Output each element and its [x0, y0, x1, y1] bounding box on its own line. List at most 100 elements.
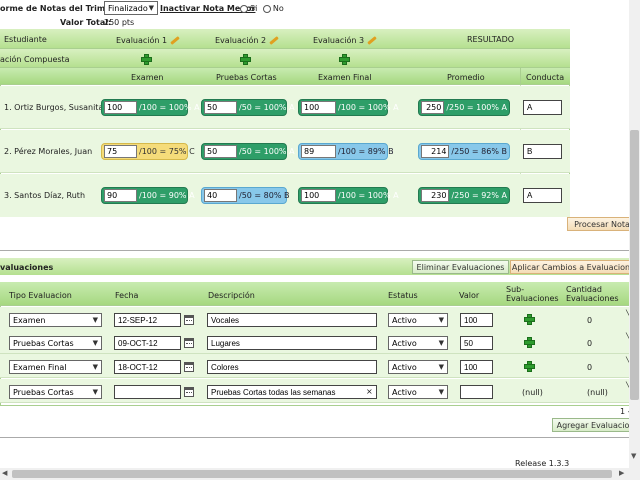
evaluation-type-select[interactable]: Pruebas Cortas ▼ [9, 336, 102, 350]
add-subevaluation-icon[interactable] [339, 54, 350, 65]
evaluation-count: 0 [587, 316, 593, 325]
scroll-right-icon[interactable]: ▶ [619, 469, 624, 477]
eval3-score-input[interactable] [301, 101, 336, 114]
eval1-score-input[interactable] [104, 101, 137, 114]
evaluation-count: 0 [587, 363, 593, 372]
evaluation-description-input[interactable] [207, 336, 377, 350]
evaluation-date-input[interactable] [114, 336, 181, 350]
scroll-down-icon[interactable]: ▼ [631, 452, 636, 460]
chevron-down-icon: ▼ [92, 363, 98, 371]
eval2-score-input[interactable] [204, 189, 237, 202]
eval3-grade-cell: /100 = 100% A [298, 187, 399, 204]
evaluation-value-input[interactable] [460, 360, 493, 374]
evaluation-date-input[interactable] [114, 313, 181, 327]
evaluation-type-value: Examen [13, 315, 46, 325]
horizontal-scrollbar-thumb[interactable] [12, 470, 612, 478]
evaluation-status-value: Activo [392, 362, 417, 372]
calendar-icon[interactable] [184, 362, 194, 372]
eval1-header-label: Evaluación 1 [116, 36, 168, 45]
pencil-icon[interactable] [269, 36, 279, 45]
count-column-header: Cantidad Evaluaciones [566, 285, 619, 303]
student-name: 2. Pérez Morales, Juan [4, 147, 93, 156]
add-subevaluation-icon[interactable] [240, 54, 251, 65]
eval3-result: /100 = 89% B [338, 147, 394, 156]
evaluations-title: valuaciones [0, 263, 54, 272]
evaluation-type-select[interactable]: Examen ▼ [9, 313, 102, 327]
eval2-score-input[interactable] [204, 145, 237, 158]
eval1-grade-cell: /100 = 75% C [101, 143, 195, 160]
evaluation-type-select[interactable]: Examen Final ▼ [9, 360, 102, 374]
exam-subheader: Examen [131, 73, 164, 82]
add-subevaluation-icon[interactable] [524, 314, 535, 325]
eval2-score-input[interactable] [204, 101, 237, 114]
chevron-down-icon: ▼ [438, 339, 444, 347]
evaluation-type-value: Pruebas Cortas [13, 338, 74, 348]
calendar-icon[interactable] [184, 338, 194, 348]
evaluation-value-input[interactable] [460, 336, 493, 350]
description-column-header: Descripción [208, 291, 255, 300]
subevaluations-value: (null) [522, 388, 543, 397]
evaluation-status-select[interactable]: Activo ▼ [388, 385, 448, 399]
evaluation-count: 0 [587, 339, 593, 348]
radio-no-label: No [272, 4, 284, 13]
evaluation-value-input[interactable] [460, 385, 493, 399]
footer-divider [0, 437, 630, 438]
report-status-select[interactable]: Finalizado ▼ [104, 1, 158, 15]
average-subheader: Promedio [447, 73, 485, 82]
scroll-left-icon[interactable]: ◀ [2, 469, 7, 477]
eval3-header[interactable]: Evaluación 3 [313, 36, 377, 45]
eval1-header[interactable]: Evaluación 1 [116, 36, 180, 45]
student-column-header: Estudiante [4, 35, 47, 44]
eval3-score-input[interactable] [301, 189, 336, 202]
result-header: RESULTADO [467, 35, 515, 44]
add-subevaluation-icon[interactable] [524, 361, 535, 372]
conduct-input[interactable] [523, 100, 562, 115]
vertical-scrollbar-thumb[interactable] [630, 130, 639, 400]
add-subevaluation-icon[interactable] [524, 337, 535, 348]
evaluation-description-input[interactable] [207, 360, 377, 374]
eval1-score-input[interactable] [104, 145, 137, 158]
eval1-result: /100 = 75% C [139, 147, 195, 156]
eval3-grade-cell: /100 = 100% A [298, 99, 399, 116]
add-subevaluation-icon[interactable] [141, 54, 152, 65]
composite-row [0, 49, 570, 68]
process-grade-button[interactable]: Procesar Nota [567, 217, 637, 231]
add-evaluation-button[interactable]: Agregar Evaluacio [552, 418, 634, 432]
evaluation-status-select[interactable]: Activo ▼ [388, 360, 448, 374]
radio-yes[interactable] [240, 4, 248, 13]
status-column-header: Estatus [388, 291, 418, 300]
apply-changes-button[interactable]: Aplicar Cambios a Evaluacion [510, 260, 632, 274]
short-tests-subheader: Pruebas Cortas [216, 73, 277, 82]
pencil-icon[interactable] [170, 36, 180, 45]
eval2-header[interactable]: Evaluación 2 [215, 36, 279, 45]
evaluation-date-input[interactable] [114, 360, 181, 374]
calendar-icon[interactable] [184, 387, 194, 397]
pencil-icon[interactable] [367, 36, 377, 45]
chevron-down-icon: ▼ [438, 316, 444, 324]
eval3-score-input[interactable] [301, 145, 336, 158]
evaluation-status-select[interactable]: Activo ▼ [388, 336, 448, 350]
evaluation-type-value: Pruebas Cortas [13, 387, 74, 397]
conduct-input[interactable] [523, 144, 562, 159]
eval3-header-label: Evaluación 3 [313, 36, 365, 45]
evaluation-type-select[interactable]: Pruebas Cortas ▼ [9, 385, 102, 399]
clear-icon[interactable]: × [366, 387, 373, 396]
calendar-icon[interactable] [184, 315, 194, 325]
evaluation-description-input[interactable] [207, 313, 377, 327]
conduct-input[interactable] [523, 188, 562, 203]
eval1-score-input[interactable] [104, 189, 137, 202]
report-status-value: Finalizado [108, 3, 148, 13]
evaluation-date-input[interactable] [114, 385, 181, 399]
evaluation-status-select[interactable]: Activo ▼ [388, 313, 448, 327]
delete-evaluations-button[interactable]: Eliminar Evaluaciones [412, 260, 509, 274]
eval1-result: /100 = 90% A [139, 191, 195, 200]
evaluation-value-input[interactable] [460, 313, 493, 327]
average-score: 214 [421, 145, 450, 158]
eval2-result: /50 = 100% A [239, 103, 295, 112]
eval2-header-label: Evaluación 2 [215, 36, 267, 45]
eval1-result: /100 = 100% A [139, 103, 200, 112]
evaluation-description-input[interactable] [207, 385, 377, 399]
evaluation-status-value: Activo [392, 315, 417, 325]
eval2-grade-cell: /50 = 100% A [201, 143, 295, 160]
radio-no[interactable] [262, 4, 271, 13]
